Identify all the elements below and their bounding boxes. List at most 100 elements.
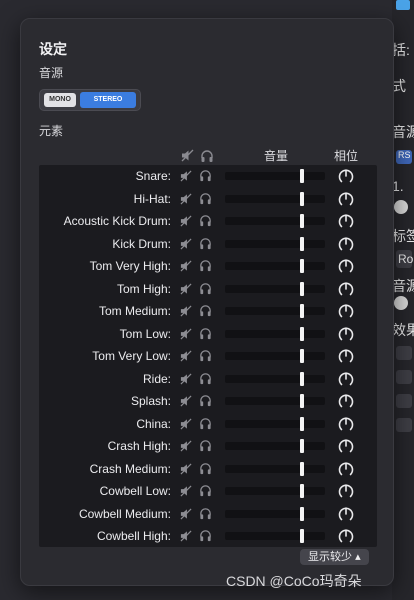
headphones-icon[interactable]: [199, 169, 212, 182]
volume-slider-thumb[interactable]: [300, 191, 304, 206]
volume-slider-thumb[interactable]: [300, 214, 304, 228]
volume-slider[interactable]: [225, 349, 325, 363]
volume-slider[interactable]: [225, 506, 325, 521]
mute-icon[interactable]: [180, 485, 192, 497]
mute-icon[interactable]: [180, 192, 192, 205]
phase-knob[interactable]: [337, 347, 355, 365]
headphones-icon[interactable]: [199, 484, 212, 497]
volume-slider[interactable]: [225, 394, 325, 408]
volume-slider-thumb[interactable]: [300, 259, 304, 273]
volume-slider-thumb[interactable]: [300, 169, 304, 183]
mute-icon[interactable]: [180, 350, 192, 362]
headphones-icon[interactable]: [199, 462, 212, 475]
headphones-icon[interactable]: [199, 529, 212, 542]
phase-knob[interactable]: [337, 392, 355, 410]
volume-slider-thumb[interactable]: [300, 281, 304, 296]
background-accent: [396, 0, 410, 10]
volume-slider-thumb[interactable]: [300, 506, 304, 521]
volume-slider-thumb[interactable]: [300, 439, 304, 453]
phase-knob[interactable]: [337, 482, 355, 500]
headphones-icon[interactable]: [199, 192, 212, 205]
volume-slider-thumb[interactable]: [300, 394, 304, 408]
mute-icon[interactable]: [180, 215, 192, 227]
volume-slider[interactable]: [225, 326, 325, 341]
element-row: Crash High:: [39, 435, 377, 457]
headphones-icon[interactable]: [199, 394, 212, 407]
volume-slider[interactable]: [225, 236, 325, 251]
headphones-all-icon[interactable]: [200, 149, 214, 163]
volume-slider[interactable]: [225, 371, 325, 386]
volume-slider-thumb[interactable]: [300, 349, 304, 363]
volume-slider[interactable]: [225, 461, 325, 476]
volume-slider[interactable]: [225, 281, 325, 296]
headphones-icon[interactable]: [199, 417, 212, 430]
mute-icon[interactable]: [180, 372, 192, 385]
headphones-icon[interactable]: [199, 507, 212, 520]
phase-knob[interactable]: [337, 280, 355, 298]
headphones-icon[interactable]: [199, 439, 212, 452]
phase-knob[interactable]: [337, 302, 355, 320]
volume-slider-thumb[interactable]: [300, 416, 304, 431]
volume-slider-thumb[interactable]: [300, 484, 304, 498]
volume-slider-thumb[interactable]: [300, 461, 304, 476]
phase-knob[interactable]: [337, 527, 355, 545]
phase-knob[interactable]: [337, 415, 355, 433]
headphones-icon[interactable]: [199, 349, 212, 362]
audio-mode-toggle[interactable]: MONO STEREO: [39, 89, 141, 111]
headphones-icon[interactable]: [199, 214, 212, 227]
volume-slider[interactable]: [225, 439, 325, 453]
mute-icon[interactable]: [180, 260, 192, 272]
mute-icon[interactable]: [180, 282, 192, 295]
background-chip: [396, 418, 412, 432]
headphones-icon[interactable]: [199, 237, 212, 250]
phase-knob[interactable]: [337, 257, 355, 275]
volume-slider[interactable]: [225, 304, 325, 318]
mute-icon[interactable]: [180, 530, 192, 542]
mute-icon[interactable]: [180, 417, 192, 430]
volume-slider[interactable]: [225, 484, 325, 498]
phase-knob[interactable]: [337, 212, 355, 230]
element-row: Snare:: [39, 165, 377, 187]
phase-knob[interactable]: [337, 437, 355, 455]
mono-option[interactable]: MONO: [44, 93, 76, 107]
headphones-icon[interactable]: [199, 282, 212, 295]
volume-slider-thumb[interactable]: [300, 529, 304, 543]
volume-slider-thumb[interactable]: [300, 326, 304, 341]
mute-icon[interactable]: [180, 305, 192, 317]
background-text: 音源: [392, 278, 414, 294]
mute-all-icon[interactable]: [181, 149, 194, 162]
mute-icon[interactable]: [180, 237, 192, 250]
mute-icon[interactable]: [180, 507, 192, 520]
background-chip: [396, 346, 412, 360]
volume-slider[interactable]: [225, 259, 325, 273]
volume-slider[interactable]: [225, 214, 325, 228]
mute-icon[interactable]: [180, 462, 192, 475]
mute-icon[interactable]: [180, 440, 192, 452]
headphones-icon[interactable]: [199, 327, 212, 340]
mute-icon[interactable]: [180, 170, 192, 182]
phase-knob[interactable]: [337, 190, 355, 208]
background-text: 式: [392, 78, 406, 94]
show-less-button[interactable]: 显示较少 ▴: [300, 549, 369, 565]
volume-slider[interactable]: [225, 416, 325, 431]
headphones-icon[interactable]: [199, 372, 212, 385]
stereo-option[interactable]: STEREO: [80, 92, 136, 108]
header-icons: [181, 149, 221, 163]
phase-knob[interactable]: [337, 167, 355, 185]
phase-knob[interactable]: [337, 325, 355, 343]
headphones-icon[interactable]: [199, 259, 212, 272]
phase-knob[interactable]: [337, 505, 355, 523]
volume-slider[interactable]: [225, 529, 325, 543]
volume-slider-thumb[interactable]: [300, 304, 304, 318]
volume-slider[interactable]: [225, 169, 325, 183]
volume-slider[interactable]: [225, 191, 325, 206]
volume-slider-thumb[interactable]: [300, 371, 304, 386]
phase-knob[interactable]: [337, 370, 355, 388]
mute-icon[interactable]: [180, 395, 192, 407]
background-icon: [394, 296, 408, 310]
mute-icon[interactable]: [180, 327, 192, 340]
phase-knob[interactable]: [337, 460, 355, 478]
phase-knob[interactable]: [337, 235, 355, 253]
headphones-icon[interactable]: [199, 304, 212, 317]
volume-slider-thumb[interactable]: [300, 236, 304, 251]
